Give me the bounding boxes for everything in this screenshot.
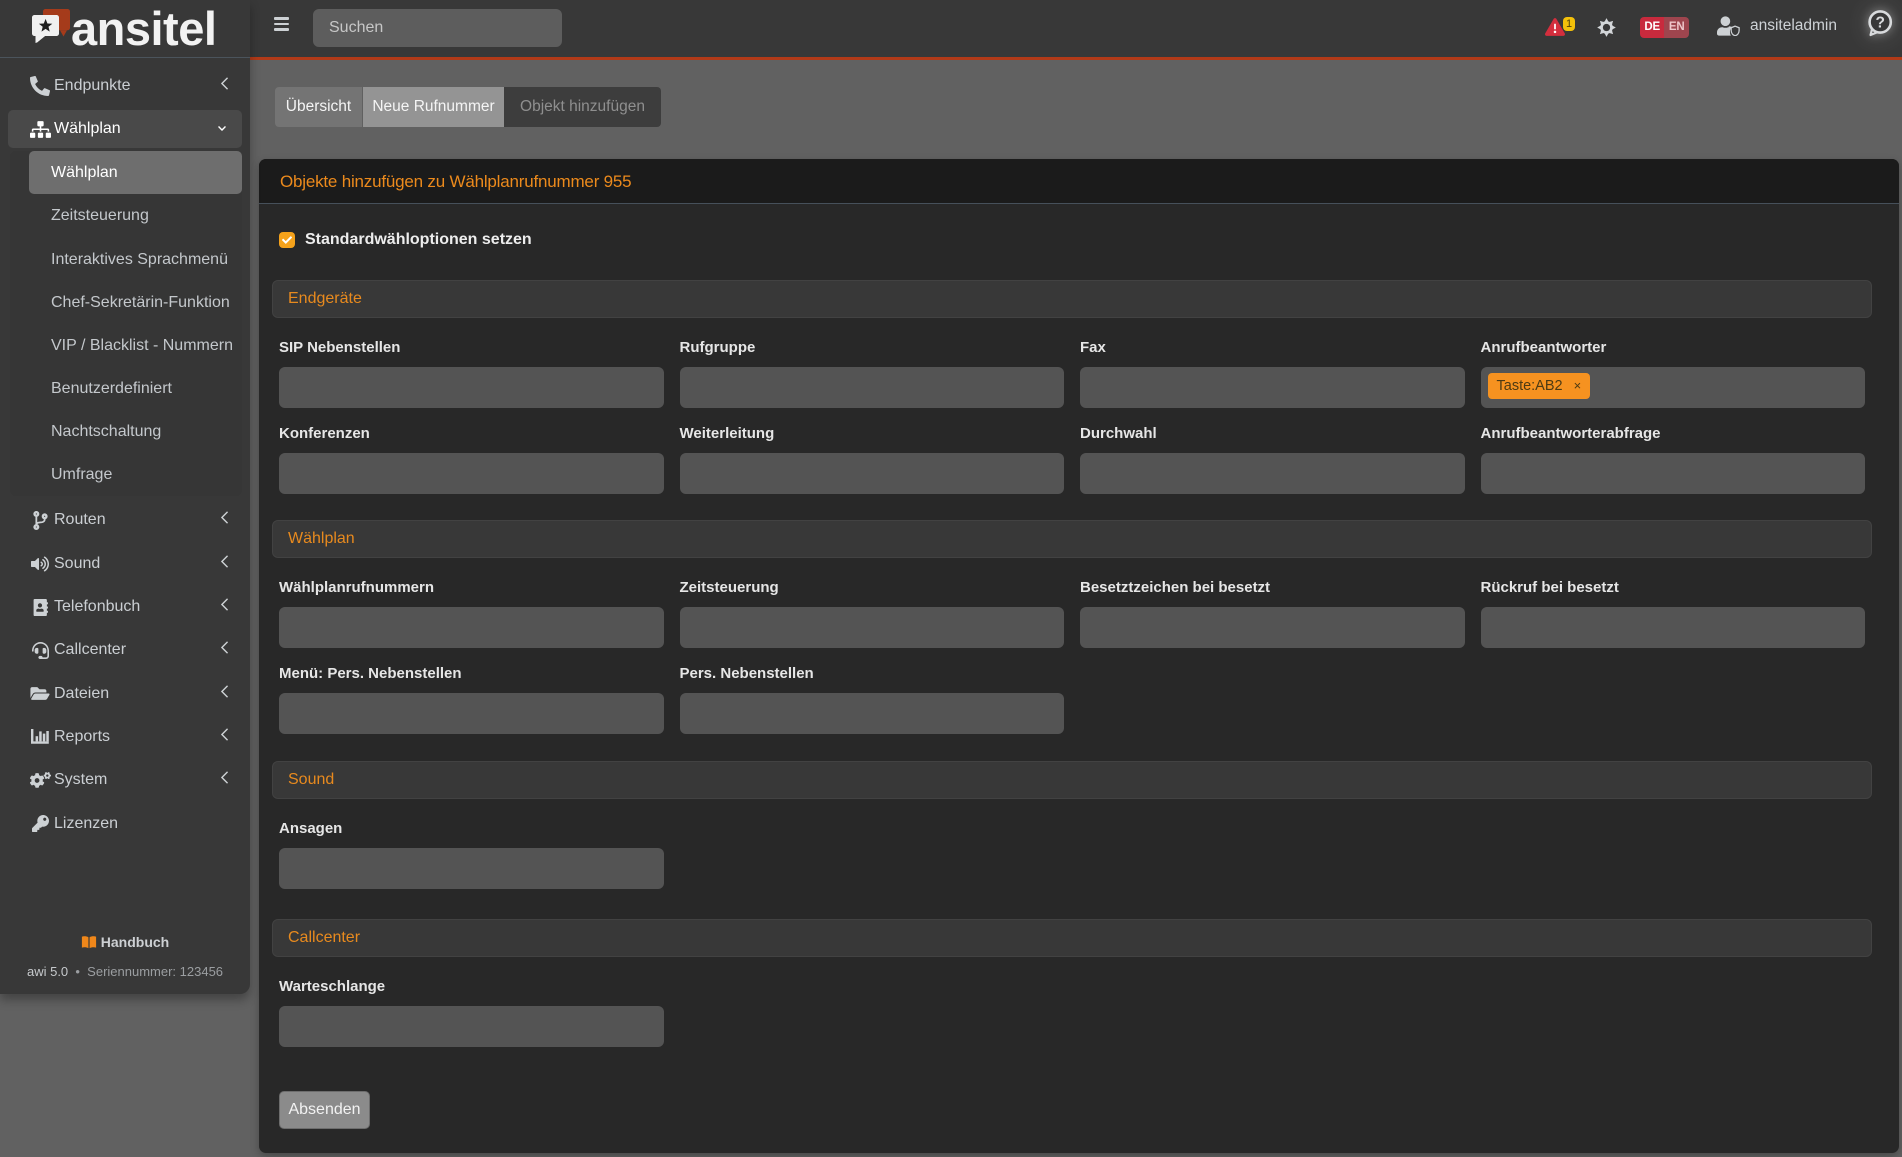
svg-text:?: ?	[1875, 14, 1884, 31]
